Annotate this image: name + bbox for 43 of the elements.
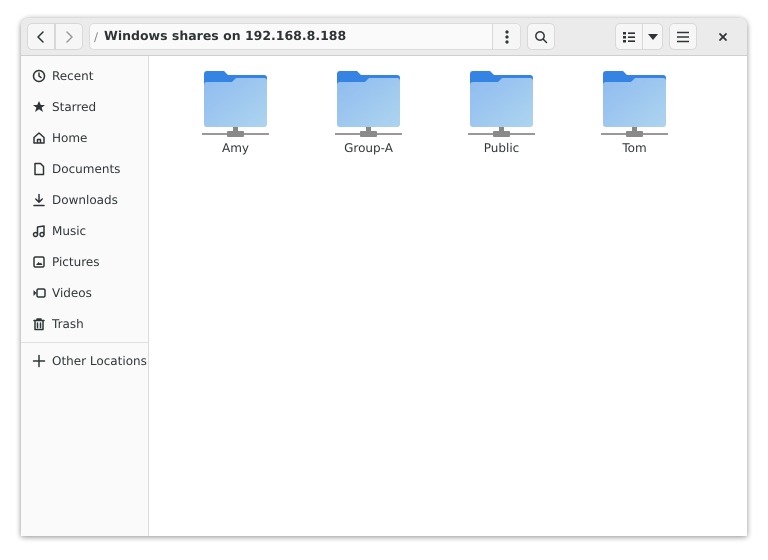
search-button[interactable] <box>527 23 555 50</box>
more-icon <box>504 30 508 44</box>
sidebar-item[interactable]: Starred <box>21 91 148 122</box>
clock-icon <box>32 68 46 82</box>
download-icon <box>32 192 46 206</box>
folder-name: Amy <box>222 140 249 157</box>
document-icon <box>32 162 46 176</box>
sidebar-item[interactable]: Downloads <box>21 184 148 215</box>
menu-icon <box>676 30 690 42</box>
sidebar-item[interactable]: Documents <box>21 153 148 184</box>
sidebar-item[interactable]: Videos <box>21 277 148 308</box>
sidebar-item[interactable]: Home <box>21 122 148 153</box>
folder-name: Tom <box>622 140 647 157</box>
network-folder-icon[interactable] <box>202 70 269 137</box>
list-icon <box>622 30 636 42</box>
folder-name: Group-A <box>344 140 393 157</box>
menu-button[interactable] <box>669 23 697 50</box>
view-options-button[interactable] <box>642 23 663 50</box>
back-button[interactable] <box>27 23 55 50</box>
more-button[interactable] <box>492 24 520 49</box>
music-icon <box>32 224 46 238</box>
picture-icon <box>32 254 46 268</box>
video-icon <box>32 286 46 300</box>
folder-name: Public <box>484 140 520 157</box>
search-icon <box>534 30 548 44</box>
sidebar-item[interactable]: Recent <box>21 60 148 91</box>
sidebar-item[interactable]: Other Locations <box>21 345 148 376</box>
sidebar-item[interactable]: Music <box>21 215 148 246</box>
path-label: Windows shares on 192.168.8.188 <box>104 27 348 46</box>
network-folder-icon[interactable] <box>601 70 668 137</box>
sidebar-item[interactable]: Pictures <box>21 246 148 277</box>
view-button[interactable] <box>615 23 643 50</box>
home-icon <box>32 130 46 144</box>
star-icon <box>32 100 46 114</box>
plus-icon <box>32 354 46 368</box>
path-bar[interactable]: / Windows shares on 192.168.8.188 <box>89 23 521 50</box>
network-folder-icon[interactable] <box>468 70 535 137</box>
sidebar-item[interactable]: Trash <box>21 308 148 339</box>
network-folder-icon[interactable] <box>335 70 402 137</box>
caret-icon <box>648 34 658 40</box>
trash-icon <box>32 316 46 330</box>
path-separator: / <box>93 28 100 46</box>
close-icon <box>718 32 728 42</box>
